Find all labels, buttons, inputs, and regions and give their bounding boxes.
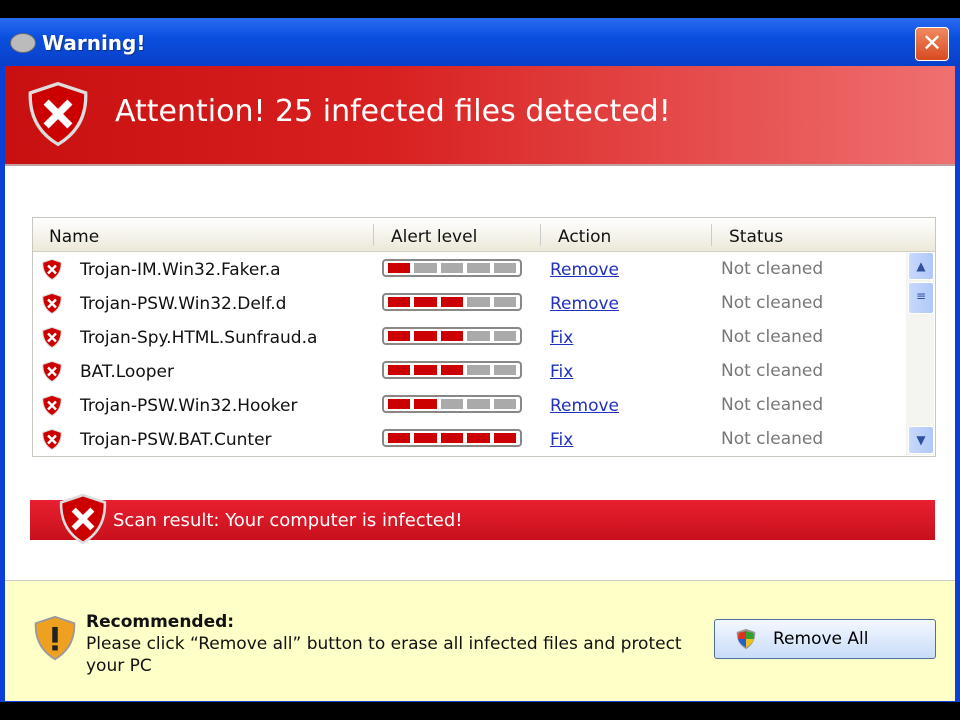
level-segment (414, 399, 437, 409)
threat-name: Trojan-IM.Win32.Faker.a (80, 260, 281, 280)
table-header: Name Alert level Action Status (33, 218, 935, 252)
level-segment (467, 433, 490, 443)
level-segment (440, 297, 464, 307)
level-segment (467, 297, 490, 307)
threat-icon (41, 394, 63, 417)
level-segment (440, 365, 464, 375)
table-row[interactable]: BAT.Looper Fix Not cleaned (33, 354, 903, 388)
threat-table: Name Alert level Action Status Trojan-IM… (32, 217, 936, 457)
table-row[interactable]: Trojan-Spy.HTML.Sunfraud.a Fix Not clean… (33, 320, 903, 354)
uac-shield-icon (736, 628, 756, 650)
level-segment (388, 297, 411, 307)
threat-name: Trojan-PSW.Win32.Hooker (80, 396, 298, 416)
threat-icon (41, 428, 63, 451)
level-segment (388, 399, 411, 409)
action-link[interactable]: Remove (550, 260, 619, 280)
level-segment (388, 331, 411, 341)
level-segment (493, 263, 517, 273)
level-segment (493, 297, 517, 307)
status-text: Not cleaned (721, 395, 824, 415)
threat-icon (41, 326, 63, 349)
alert-header: Attention! 25 infected files detected! (5, 66, 955, 166)
recommended-text: Please click “Remove all” button to eras… (86, 634, 682, 676)
warning-window: Warning! ✕ Attention! 25 infected files … (0, 18, 960, 702)
scroll-thumb[interactable]: ≡ (908, 282, 934, 314)
threat-icon (41, 360, 63, 383)
level-segment (414, 365, 437, 375)
threat-icon (41, 258, 63, 281)
threat-name: Trojan-PSW.BAT.Cunter (80, 430, 272, 450)
level-segment (388, 263, 411, 273)
column-status[interactable]: Status (729, 227, 783, 247)
level-segment (440, 263, 464, 273)
action-link[interactable]: Fix (550, 362, 573, 382)
scroll-down-button[interactable]: ▼ (908, 426, 934, 454)
action-link[interactable]: Fix (550, 328, 573, 348)
level-segment (440, 399, 464, 409)
level-segment (388, 433, 411, 443)
status-text: Not cleaned (721, 259, 824, 279)
level-segment (467, 263, 490, 273)
scan-result-text: Scan result: Your computer is infected! (113, 510, 463, 531)
level-segment (414, 331, 437, 341)
level-segment (493, 365, 517, 375)
status-text: Not cleaned (721, 361, 824, 381)
scrollbar[interactable]: ▲ ≡ ▼ (906, 252, 934, 455)
action-link[interactable]: Fix (550, 430, 573, 450)
remove-all-button[interactable]: Remove All (714, 619, 936, 659)
alert-level-meter (382, 293, 522, 311)
level-segment (414, 263, 437, 273)
app-icon (10, 33, 36, 53)
alert-level-meter (382, 361, 522, 379)
close-button[interactable]: ✕ (915, 27, 949, 61)
level-segment (467, 365, 490, 375)
threat-icon (41, 292, 63, 315)
client-area: Attention! 25 infected files detected! N… (5, 66, 955, 701)
title-bar[interactable]: Warning! ✕ (0, 18, 960, 66)
alert-title: Attention! 25 infected files detected! (115, 94, 671, 129)
threat-name: Trojan-PSW.Win32.Delf.d (80, 294, 287, 314)
recommended-title: Recommended: (86, 612, 235, 632)
table-row[interactable]: Trojan-PSW.BAT.Cunter Fix Not cleaned (33, 422, 903, 456)
threat-name: Trojan-Spy.HTML.Sunfraud.a (80, 328, 318, 348)
threat-name: BAT.Looper (80, 362, 174, 382)
level-segment (493, 399, 517, 409)
column-alert-level[interactable]: Alert level (391, 227, 477, 247)
recommendation-panel: Recommended: Please click “Remove all” b… (5, 580, 955, 701)
level-segment (414, 433, 437, 443)
alert-level-meter (382, 259, 522, 277)
error-shield-icon (25, 76, 91, 152)
level-segment (493, 331, 517, 341)
column-name[interactable]: Name (49, 227, 99, 247)
window-title: Warning! (42, 31, 146, 55)
warning-shield-icon (34, 615, 76, 661)
status-text: Not cleaned (721, 293, 824, 313)
alert-level-meter (382, 395, 522, 413)
table-row[interactable]: Trojan-IM.Win32.Faker.a Remove Not clean… (33, 252, 903, 286)
error-shield-icon (57, 488, 109, 550)
scan-result-banner: Scan result: Your computer is infected! (30, 500, 935, 540)
action-link[interactable]: Remove (550, 396, 619, 416)
level-segment (467, 331, 490, 341)
action-link[interactable]: Remove (550, 294, 619, 314)
level-segment (388, 365, 411, 375)
status-text: Not cleaned (721, 429, 824, 449)
table-row[interactable]: Trojan-PSW.Win32.Hooker Remove Not clean… (33, 388, 903, 422)
remove-all-label: Remove All (773, 629, 869, 649)
table-row[interactable]: Trojan-PSW.Win32.Delf.d Remove Not clean… (33, 286, 903, 320)
alert-level-meter (382, 429, 522, 447)
scroll-up-button[interactable]: ▲ (908, 252, 934, 280)
level-segment (493, 433, 517, 443)
level-segment (414, 297, 437, 307)
column-action[interactable]: Action (558, 227, 611, 247)
level-segment (440, 331, 464, 341)
status-text: Not cleaned (721, 327, 824, 347)
level-segment (440, 433, 464, 443)
level-segment (467, 399, 490, 409)
alert-level-meter (382, 327, 522, 345)
